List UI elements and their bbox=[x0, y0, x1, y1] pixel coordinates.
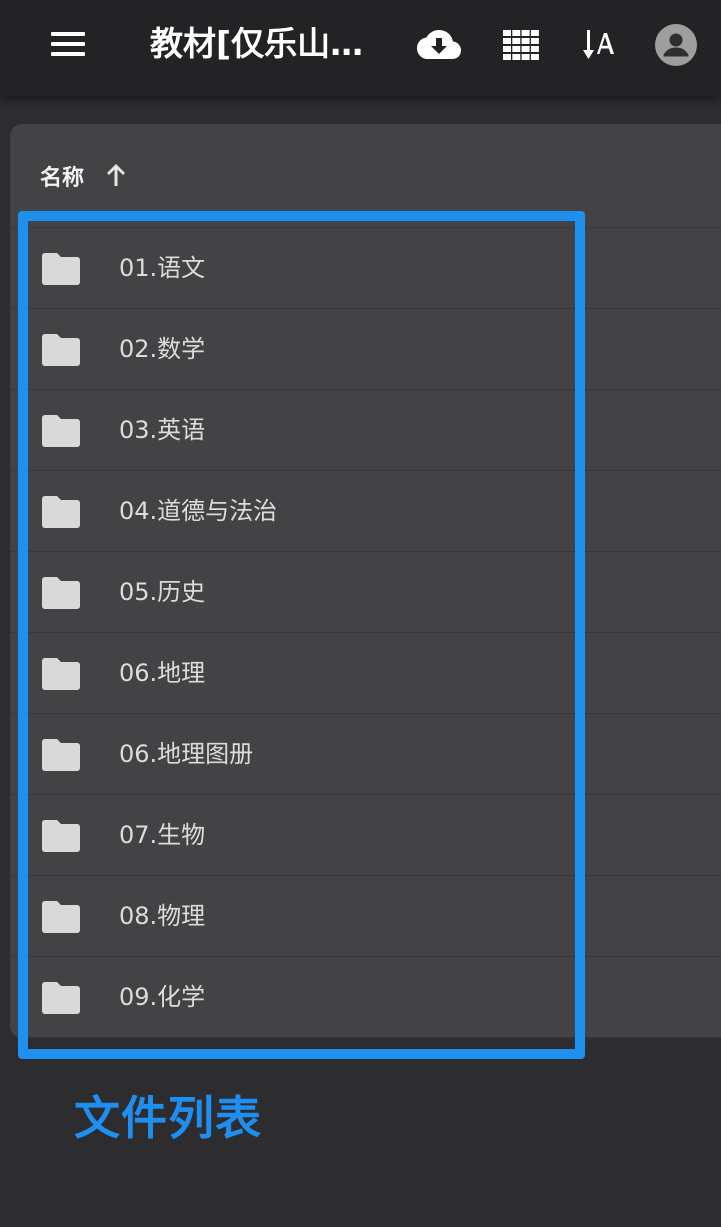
folder-name: 02.数学 bbox=[119, 335, 206, 363]
folder-icon bbox=[42, 415, 80, 447]
folder-name: 07.生物 bbox=[119, 821, 206, 849]
list-item[interactable]: 02.数学 bbox=[10, 309, 721, 390]
cloud-download-icon[interactable] bbox=[414, 20, 464, 70]
folder-icon bbox=[42, 901, 80, 933]
folder-icon bbox=[42, 334, 80, 366]
list-item[interactable]: 06.地理图册 bbox=[10, 714, 721, 795]
page-title: 教材[仅乐山… bbox=[150, 24, 364, 63]
folder-name: 08.物理 bbox=[119, 902, 206, 930]
folder-icon bbox=[42, 253, 80, 285]
folder-icon bbox=[42, 982, 80, 1014]
folder-name: 04.道德与法治 bbox=[119, 497, 278, 525]
folder-icon bbox=[42, 577, 80, 609]
list-item[interactable]: 05.历史 bbox=[10, 552, 721, 633]
account-icon[interactable] bbox=[651, 20, 701, 70]
file-list-panel: 名称 01.语文 02.数学 03.英语 04.道德与法治 05.历史 06.地… bbox=[10, 124, 721, 1038]
grid-view-icon[interactable] bbox=[496, 20, 546, 70]
folder-name: 09.化学 bbox=[119, 983, 206, 1011]
folder-icon bbox=[42, 658, 80, 690]
sort-ascending-arrow-icon[interactable] bbox=[104, 162, 128, 188]
list-item[interactable]: 06.地理 bbox=[10, 633, 721, 714]
folder-icon bbox=[42, 820, 80, 852]
list-item[interactable]: 08.物理 bbox=[10, 876, 721, 957]
list-item[interactable]: 01.语文 bbox=[10, 228, 721, 309]
folder-icon bbox=[42, 496, 80, 528]
menu-icon[interactable] bbox=[44, 22, 92, 66]
sort-by-name-label[interactable]: 名称 bbox=[40, 160, 84, 192]
list-item[interactable]: 07.生物 bbox=[10, 795, 721, 876]
folder-name: 05.历史 bbox=[119, 578, 206, 606]
file-list-annotation: 文件列表 bbox=[74, 1091, 262, 1145]
file-list: 01.语文 02.数学 03.英语 04.道德与法治 05.历史 06.地理 0… bbox=[10, 228, 721, 1038]
list-item[interactable]: 09.化学 bbox=[10, 957, 721, 1038]
list-item[interactable]: 03.英语 bbox=[10, 390, 721, 471]
folder-name: 03.英语 bbox=[119, 416, 206, 444]
folder-name: 06.地理 bbox=[119, 659, 206, 687]
top-app-bar: 教材[仅乐山… bbox=[0, 0, 721, 96]
folder-name: 06.地理图册 bbox=[119, 740, 254, 768]
list-item[interactable]: 04.道德与法治 bbox=[10, 471, 721, 552]
folder-name: 01.语文 bbox=[119, 254, 206, 282]
list-header: 名称 bbox=[10, 124, 721, 228]
folder-icon bbox=[42, 739, 80, 771]
sort-alpha-icon[interactable] bbox=[576, 20, 626, 70]
